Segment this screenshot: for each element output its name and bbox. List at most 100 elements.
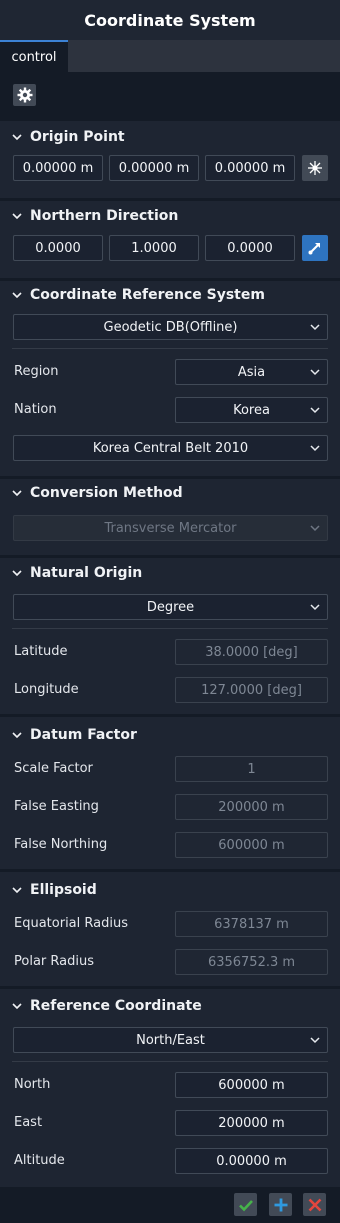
add-button[interactable]	[269, 1193, 292, 1216]
angle-unit-value: Degree	[146, 599, 195, 615]
tab-control[interactable]: control	[0, 40, 68, 72]
false-northing-field[interactable]: 600000 m	[175, 832, 328, 858]
polar-radius-field[interactable]: 6356752.3 m	[175, 949, 328, 975]
datum-factor-header[interactable]: Datum Factor	[12, 727, 137, 743]
conversion-section: Conversion Method Transverse Mercator	[0, 476, 340, 555]
origin-point-title: Origin Point	[30, 129, 125, 145]
crs-source-select[interactable]: Geodetic DB(Offline)	[13, 314, 328, 340]
conversion-method-select: Transverse Mercator	[13, 515, 328, 541]
region-label: Region	[14, 364, 59, 379]
chevron-down-icon	[12, 1002, 26, 1010]
conversion-title: Conversion Method	[30, 485, 183, 501]
natural-origin-title: Natural Origin	[30, 565, 143, 581]
datum-factor-title: Datum Factor	[30, 727, 137, 743]
polar-radius-label: Polar Radius	[14, 954, 94, 969]
chevron-down-icon	[310, 324, 320, 331]
north-y-field[interactable]: 1.0000	[109, 235, 199, 261]
north-x-field[interactable]: 0.0000	[13, 235, 103, 261]
scale-factor-field[interactable]: 1	[175, 756, 328, 782]
pick-direction-icon	[308, 243, 320, 255]
tab-bar: control	[0, 40, 340, 72]
chevron-down-icon	[310, 369, 320, 376]
equatorial-radius-label: Equatorial Radius	[14, 916, 128, 931]
crs-system-select[interactable]: Korea Central Belt 2010	[13, 435, 328, 461]
chevron-down-icon	[12, 886, 26, 894]
divider	[12, 1061, 328, 1062]
divider	[12, 628, 328, 629]
chevron-down-icon	[12, 489, 26, 497]
divider	[12, 348, 328, 349]
false-easting-field[interactable]: 200000 m	[175, 794, 328, 820]
pick-direction-button[interactable]	[302, 235, 328, 261]
axis-order-select[interactable]: North/East	[13, 1027, 328, 1053]
chevron-down-icon	[12, 731, 26, 739]
natural-origin-section: Natural Origin Degree Latitude 38.0000 […	[0, 555, 340, 714]
gear-icon	[17, 87, 32, 103]
east-field[interactable]: 200000 m	[175, 1110, 328, 1136]
cancel-button[interactable]	[303, 1193, 326, 1216]
longitude-field[interactable]: 127.0000 [deg]	[175, 677, 328, 703]
pick-origin-button[interactable]	[302, 155, 328, 181]
northern-direction-title: Northern Direction	[30, 208, 179, 224]
ellipsoid-title: Ellipsoid	[30, 882, 97, 898]
altitude-field[interactable]: 0.00000 m	[175, 1148, 328, 1174]
chevron-down-icon	[310, 445, 320, 452]
reference-coordinate-title: Reference Coordinate	[30, 998, 202, 1014]
northern-direction-section: Northern Direction 0.0000 1.0000 0.0000	[0, 198, 340, 278]
ellipsoid-section: Ellipsoid Equatorial Radius 6378137 m Po…	[0, 869, 340, 986]
reference-coordinate-section: Reference Coordinate North/East North 60…	[0, 986, 340, 1187]
natural-origin-header[interactable]: Natural Origin	[12, 565, 142, 581]
origin-point-section: Origin Point 0.00000 m 0.00000 m 0.00000…	[0, 118, 340, 198]
footer-bar	[0, 1187, 340, 1223]
nation-value: Korea	[233, 402, 270, 418]
plus-icon	[274, 1198, 287, 1211]
datum-factor-section: Datum Factor Scale Factor 1 False Eastin…	[0, 714, 340, 869]
check-icon	[238, 1199, 253, 1211]
origin-x-field[interactable]: 0.00000 m	[13, 155, 103, 181]
origin-z-field[interactable]: 0.00000 m	[205, 155, 295, 181]
chevron-down-icon	[12, 569, 26, 577]
origin-y-field[interactable]: 0.00000 m	[109, 155, 199, 181]
crs-source-value: Geodetic DB(Offline)	[103, 319, 238, 335]
north-field[interactable]: 600000 m	[175, 1072, 328, 1098]
crosshair-icon	[308, 161, 322, 175]
conversion-header[interactable]: Conversion Method	[12, 485, 183, 501]
settings-button[interactable]	[13, 84, 36, 106]
longitude-label: Longitude	[14, 682, 79, 697]
origin-point-header[interactable]: Origin Point	[12, 129, 125, 145]
north-z-field[interactable]: 0.0000	[205, 235, 295, 261]
northern-direction-header[interactable]: Northern Direction	[12, 208, 178, 224]
altitude-label: Altitude	[14, 1153, 65, 1168]
scale-factor-label: Scale Factor	[14, 761, 93, 776]
angle-unit-select[interactable]: Degree	[13, 594, 328, 620]
toolbar	[0, 72, 340, 118]
confirm-button[interactable]	[234, 1193, 257, 1216]
north-label: North	[14, 1077, 51, 1092]
chevron-down-icon	[12, 291, 26, 299]
equatorial-radius-field[interactable]: 6378137 m	[175, 911, 328, 937]
chevron-down-icon	[310, 407, 320, 414]
latitude-field[interactable]: 38.0000 [deg]	[175, 639, 328, 665]
nation-label: Nation	[14, 402, 57, 417]
close-icon	[308, 1198, 321, 1211]
nation-select[interactable]: Korea	[175, 397, 328, 423]
chevron-down-icon	[310, 1037, 320, 1044]
chevron-down-icon	[310, 525, 320, 532]
crs-system-value: Korea Central Belt 2010	[92, 440, 249, 456]
false-northing-label: False Northing	[14, 837, 108, 852]
east-label: East	[14, 1115, 43, 1130]
chevron-down-icon	[12, 212, 26, 220]
axis-order-value: North/East	[136, 1032, 205, 1048]
latitude-label: Latitude	[14, 644, 68, 659]
window-title: Coordinate System	[0, 0, 340, 40]
reference-coordinate-header[interactable]: Reference Coordinate	[12, 998, 202, 1014]
chevron-down-icon	[310, 604, 320, 611]
false-easting-label: False Easting	[14, 799, 99, 814]
region-value: Asia	[237, 364, 266, 380]
crs-header[interactable]: Coordinate Reference System	[12, 287, 265, 303]
crs-section: Coordinate Reference System Geodetic DB(…	[0, 278, 340, 476]
chevron-down-icon	[12, 133, 26, 141]
region-select[interactable]: Asia	[175, 359, 328, 385]
ellipsoid-header[interactable]: Ellipsoid	[12, 882, 97, 898]
crs-title: Coordinate Reference System	[30, 287, 265, 303]
